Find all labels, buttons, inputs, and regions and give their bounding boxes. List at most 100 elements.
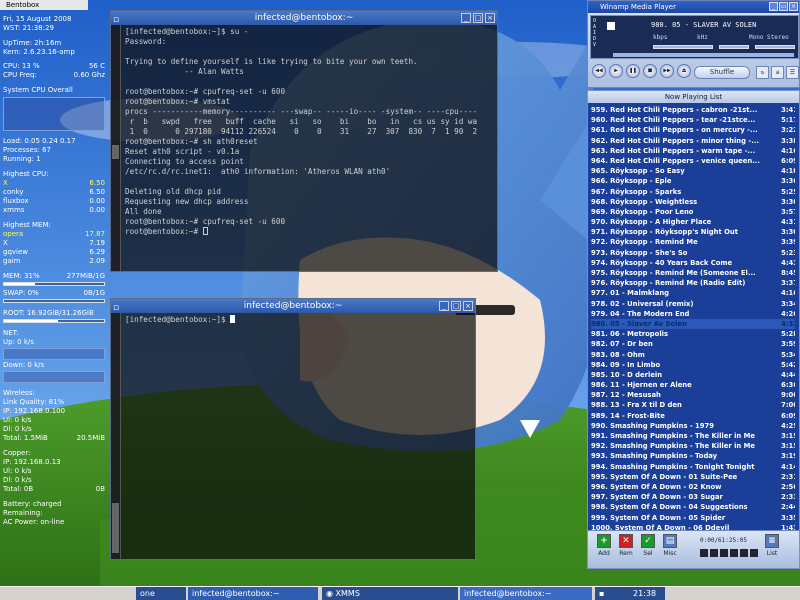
terminal-1-scroll-thumb[interactable] — [112, 145, 119, 159]
playlist-item[interactable]: 975. Röyksopp - Remind Me (Someone El...… — [591, 268, 798, 278]
playlist-item[interactable]: 977. 01 - Malmklang 4:16 — [591, 288, 798, 298]
mini-stop-icon[interactable] — [730, 549, 738, 557]
playlist-add-button[interactable]: + Add — [594, 534, 614, 557]
maximize-icon[interactable]: □ — [451, 301, 461, 311]
playlist-item[interactable]: 974. Röyksopp - 40 Years Back Come 4:43 — [591, 258, 798, 268]
maximize-icon[interactable]: □ — [473, 13, 483, 23]
playlist-scrollbar[interactable] — [795, 105, 798, 530]
playlist-item[interactable]: 972. Röyksopp - Remind Me 3:39 — [591, 237, 798, 247]
close-icon[interactable]: × — [463, 301, 473, 311]
winamp-titlebar[interactable]: Winamp Media Player _ ▭ × — [588, 1, 799, 13]
mini-pause-icon[interactable] — [720, 549, 728, 557]
playlist-item[interactable]: 983. 08 - Ohm 5:34 — [591, 350, 798, 360]
close-icon[interactable]: × — [789, 2, 798, 11]
playlist-item[interactable]: 1000. System Of A Down - 06 Ddevil 1:43 — [591, 523, 798, 530]
mini-prev-icon[interactable] — [700, 549, 708, 557]
minimize-icon[interactable]: _ — [769, 2, 778, 11]
playlist-item[interactable]: 992. Smashing Pumpkins - The Killer in M… — [591, 441, 798, 451]
terminal-window-1[interactable]: ▫ infected@bentobox:~ _ □ × [infected@be… — [110, 10, 498, 272]
playlist-window[interactable]: Now Playing List 959. Red Hot Chili Pepp… — [587, 90, 800, 569]
mini-eject-icon[interactable] — [750, 549, 758, 557]
minimize-icon[interactable]: _ — [439, 301, 449, 311]
minimize-icon[interactable]: _ — [461, 13, 471, 23]
playlist-item[interactable]: 985. 10 - D derlein 4:44 — [591, 370, 798, 380]
terminal-1-titlebar[interactable]: ▫ infected@bentobox:~ _ □ × — [111, 11, 497, 25]
playlist-item[interactable]: 981. 06 - Metropolis 5:28 — [591, 329, 798, 339]
playlist-item[interactable]: 963. Red Hot Chili Peppers - warm tape -… — [591, 146, 798, 156]
playlist-item[interactable]: 966. Röyksopp - Eple 3:36 — [591, 176, 798, 186]
playlist-item[interactable]: 996. System Of A Down - 02 Know 2:56 — [591, 482, 798, 492]
tray-icon[interactable]: ▪ — [599, 589, 604, 598]
taskbar-item-terminal-1[interactable]: infected@bentobox:~ — [188, 587, 318, 600]
terminal-1-scrollbar[interactable] — [111, 25, 121, 271]
eq-toggle[interactable] — [755, 45, 795, 49]
playlist-item[interactable]: 970. Röyksopp - A Higher Place 4:31 — [591, 217, 798, 227]
repeat-icon[interactable]: ↻ — [756, 66, 769, 79]
taskbar-item-terminal-2[interactable]: infected@bentobox:~ — [460, 587, 592, 600]
playlist-item[interactable]: 989. 14 - Frost-Bite 6:09 — [591, 411, 798, 421]
playlist-item[interactable]: 978. 02 - Universal (remix) 3:34 — [591, 299, 798, 309]
playlist-item[interactable]: 999. System Of A Down - 05 Spider 3:35 — [591, 513, 798, 523]
playlist-item[interactable]: 984. 09 - In Limbo 5:42 — [591, 360, 798, 370]
playlist-item[interactable]: 988. 13 - Fra X til D den 7:00 — [591, 400, 798, 410]
prev-icon[interactable]: ◀◀ — [592, 64, 606, 78]
playlist-item[interactable]: 967. Röyksopp - Sparks 5:25 — [591, 187, 798, 197]
playlist-item[interactable]: 995. System Of A Down - 01 Suite-Pee 2:31 — [591, 472, 798, 482]
shade-icon[interactable]: ▭ — [779, 2, 788, 11]
terminal-1-output[interactable]: [infected@bentobox:~]$ su - Password: Tryi… — [121, 25, 497, 271]
seek-bar[interactable] — [613, 53, 794, 57]
playlist-item[interactable]: 961. Red Hot Chili Peppers - on mercury … — [591, 125, 798, 135]
playlist-item[interactable]: 994. Smashing Pumpkins - Tonight Tonight… — [591, 462, 798, 472]
mini-play-icon[interactable] — [710, 549, 718, 557]
playlist-item[interactable]: 979. 04 - The Modern End 4:26 — [591, 309, 798, 319]
playlist-list[interactable]: 959. Red Hot Chili Peppers - cabron -21s… — [591, 105, 798, 530]
playlist-item[interactable]: 962. Red Hot Chili Peppers - minor thing… — [591, 136, 798, 146]
conky-window-tab[interactable]: Bentobox — [0, 0, 88, 10]
playlist-item[interactable]: 986. 11 - Hjernen er Alene 6:36 — [591, 380, 798, 390]
eq-icon[interactable]: ≡ — [771, 66, 784, 79]
playlist-item[interactable]: 993. Smashing Pumpkins - Today 3:19 — [591, 451, 798, 461]
playlist-item[interactable]: 990. Smashing Pumpkins - 1979 4:25 — [591, 421, 798, 431]
playlist-rem-button[interactable]: ✕ Rem — [616, 534, 636, 557]
system-tray: ▪ 21:38 — [595, 587, 665, 600]
playlist-sel-button[interactable]: ✓ Sel — [638, 534, 658, 557]
terminal-2-output[interactable]: [infected@bentobox:~]$ — [121, 313, 475, 559]
playlist-item[interactable]: 997. System Of A Down - 03 Sugar 2:33 — [591, 492, 798, 502]
process-row: fluxbox 0.00 — [3, 197, 105, 206]
playlist-item[interactable]: 965. Röyksopp - So Easy 4:10 — [591, 166, 798, 176]
pause-icon[interactable]: ❚❚ — [626, 64, 640, 78]
playlist-list-button[interactable]: ≡ List — [762, 534, 782, 557]
playlist-item[interactable]: 998. System Of A Down - 04 Suggestions 2:… — [591, 502, 798, 512]
terminal-2-scrollbar[interactable] — [111, 313, 121, 559]
terminal-2-titlebar[interactable]: ▫ infected@bentobox:~ _ □ × — [111, 299, 475, 313]
shuffle-button[interactable]: Shuffle — [694, 66, 750, 79]
playlist-item[interactable]: 973. Röyksopp - She's So 5:23 — [591, 248, 798, 258]
next-icon[interactable]: ▶▶ — [660, 64, 674, 78]
terminal-2-scroll-thumb[interactable] — [112, 503, 119, 553]
eject-icon[interactable]: ⏏ — [677, 64, 691, 78]
playlist-item[interactable]: 964. Red Hot Chili Peppers - venice quee… — [591, 156, 798, 166]
playlist-toggle-icon[interactable]: ☰ — [786, 66, 799, 79]
winamp-player[interactable]: Winamp Media Player _ ▭ × O A I D V 980.… — [587, 0, 800, 88]
playlist-misc-button[interactable]: ▤ Misc — [660, 534, 680, 557]
mini-next-icon[interactable] — [740, 549, 748, 557]
playlist-item-current[interactable]: 980. 05 - Slaver Av Solen 4:32 — [591, 318, 798, 330]
playlist-item[interactable]: 971. Röyksopp - Röyksopp's Night Out 3:30 — [591, 227, 798, 237]
playlist-item[interactable]: 976. Röyksopp - Remind Me (Radio Edit) 3:… — [591, 278, 798, 288]
playlist-item[interactable]: 982. 07 - Dr ben 3:59 — [591, 339, 798, 349]
taskbar-item-xmms[interactable]: ◉ XMMS — [322, 587, 458, 600]
workspace-name[interactable]: one — [136, 587, 186, 600]
volume-slider[interactable] — [653, 45, 713, 49]
terminal-window-2[interactable]: ▫ infected@bentobox:~ _ □ × [infected@be… — [110, 298, 476, 560]
playlist-item[interactable]: 969. Röyksopp - Poor Leno 3:57 — [591, 207, 798, 217]
playlist-titlebar[interactable]: Now Playing List — [588, 91, 799, 103]
stop-icon[interactable]: ■ — [643, 64, 657, 78]
balance-slider[interactable] — [719, 45, 749, 49]
playlist-item[interactable]: 960. Red Hot Chili Peppers - tear -21stc… — [591, 115, 798, 125]
playlist-item[interactable]: 968. Röyksopp - Weightless 3:30 — [591, 197, 798, 207]
playlist-item[interactable]: 991. Smashing Pumpkins - The Killer in M… — [591, 431, 798, 441]
close-icon[interactable]: × — [485, 13, 495, 23]
playlist-item[interactable]: 959. Red Hot Chili Peppers - cabron -21s… — [591, 105, 798, 115]
playlist-item[interactable]: 987. 12 - Mesusah 9:00 — [591, 390, 798, 400]
play-icon[interactable]: ▶ — [609, 64, 623, 78]
